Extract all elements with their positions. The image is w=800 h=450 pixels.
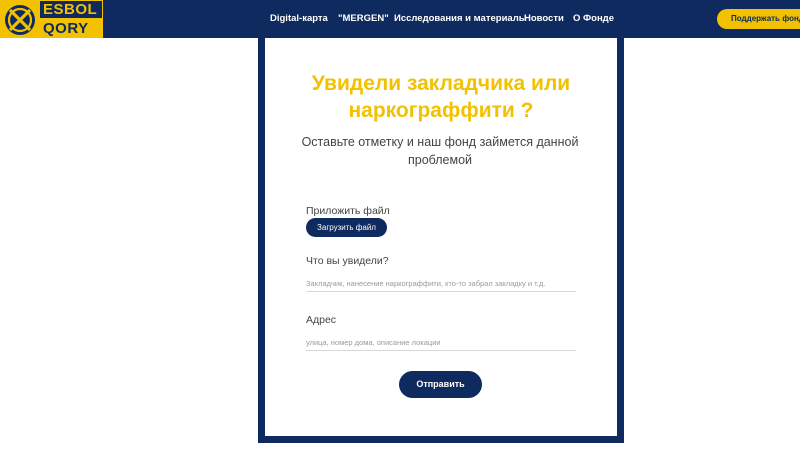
what-seen-label: Что вы увидели? <box>306 255 389 267</box>
nav-research-materials[interactable]: Исследования и материалы <box>394 13 527 24</box>
form-title: Увидели закладчика или наркограффити ? <box>311 72 571 122</box>
submit-button[interactable]: Отправить <box>399 371 482 398</box>
nav-digital-map[interactable]: Digital-карта <box>270 13 328 24</box>
crossed-circle-logo-icon <box>5 5 35 35</box>
nav-mergen[interactable]: "MERGEN" <box>338 13 389 24</box>
support-fund-button[interactable]: Поддержать фонд <box>717 9 800 29</box>
address-input[interactable] <box>306 335 576 351</box>
logo-wordmark: ESBOL QORY <box>40 1 102 37</box>
attach-file-label: Приложить файл <box>306 205 390 217</box>
nav-about-fund[interactable]: О Фонде <box>573 13 614 24</box>
what-seen-input[interactable] <box>306 276 576 292</box>
address-label: Адрес <box>306 314 337 326</box>
upload-file-button[interactable]: Загрузить файл <box>306 218 387 237</box>
logo-line-2: QORY <box>40 20 102 37</box>
nav-news[interactable]: Новости <box>524 13 564 24</box>
form-subtitle: Оставьте отметку и наш фонд займется дан… <box>301 135 579 167</box>
logo-line-1: ESBOL <box>40 1 102 18</box>
logo[interactable]: ESBOL QORY <box>0 0 103 38</box>
